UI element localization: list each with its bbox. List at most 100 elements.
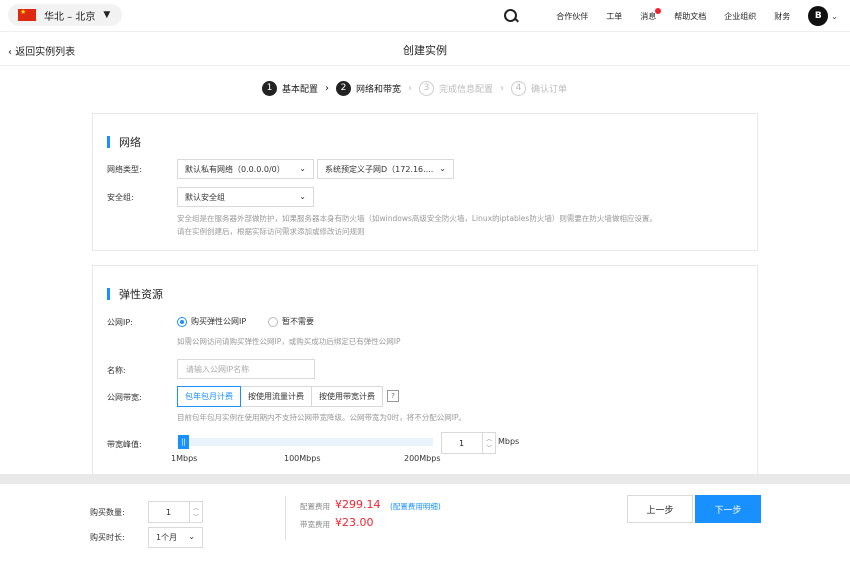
radio-label: 购买弹性公网IP	[191, 317, 247, 326]
security-group-value: 默认安全组	[185, 192, 225, 202]
duration-label: 购买时长:	[90, 533, 125, 542]
bandwidth-fee-value: ¥23.00	[335, 516, 374, 529]
chevron-up-icon[interactable]: ︿	[193, 503, 199, 512]
stepper-value: 1	[165, 507, 172, 517]
chevron-down-icon: ▼	[103, 10, 111, 20]
region-label: 华北 – 北京	[44, 11, 96, 23]
public-ip-help: 如需公网访问请购买弹性公网IP，或购买成功后绑定已有弹性公网IP	[177, 337, 401, 346]
china-flag-icon	[18, 8, 36, 21]
bandwidth-help: 目前包年包月实例在使用期内不支持公网带宽降级。公网带宽为0时，将不分配公网IP。	[177, 413, 467, 422]
unread-dot	[655, 7, 662, 14]
slider-tick-label: 100Mbps	[284, 454, 321, 463]
prev-step-button[interactable]: 上一步	[627, 495, 693, 523]
help-icon[interactable]: ?	[387, 390, 399, 402]
chevron-up-icon[interactable]: ︿	[486, 434, 492, 443]
radio-no-eip[interactable]: 暂不需要	[268, 316, 314, 327]
security-group-select[interactable]: 默认安全组 ⌄	[177, 187, 314, 207]
region-selector[interactable]: 华北 – 北京 ▼	[8, 4, 122, 26]
footer-separator	[0, 474, 850, 484]
top-bar: 华北 – 北京 ▼ 合作伙伴 工单 消息 帮助文档 企业组织 财务 B ⌄	[0, 0, 850, 32]
step-number: 3	[419, 80, 435, 96]
radio-circle	[177, 316, 187, 327]
public-ip-label: 公网IP:	[107, 318, 133, 327]
footer-divider	[285, 496, 286, 540]
step-basic: 1 基本配置	[262, 80, 319, 96]
step-number: 1	[262, 80, 277, 96]
stepper-arrows[interactable]: ︿ ﹀	[189, 502, 202, 522]
quantity-stepper[interactable]: 1 ︿ ﹀	[148, 501, 203, 523]
peak-bandwidth-label: 带宽峰值:	[107, 440, 142, 449]
chevron-down-icon[interactable]: ﹀	[193, 512, 199, 521]
order-footer: 购买数量: 1 ︿ ﹀ 购买时长: 1个月 ⌄ 配置费用 ¥299.14 (配置…	[0, 484, 850, 563]
nav-help-docs[interactable]: 帮助文档	[674, 11, 706, 22]
config-fee-label: 配置费用	[300, 502, 330, 511]
help-line: 请在实例创建后，根据实际访问需求添加或修改访问规则	[177, 227, 365, 236]
radio-buy-eip[interactable]: 购买弹性公网IP	[177, 316, 246, 327]
bandwidth-unit: Mbps	[498, 437, 520, 446]
nav-organization[interactable]: 企业组织	[724, 11, 756, 22]
chevron-down-icon[interactable]: ﹀	[486, 443, 492, 452]
name-label: 名称:	[107, 366, 126, 375]
tab-by-bandwidth[interactable]: 按使用带宽计费	[311, 386, 383, 407]
step-info: 3 完成信息配置	[419, 80, 494, 96]
elastic-resources-panel: 弹性资源 公网IP: 购买弹性公网IP 暂不需要 如需公网访问请购买弹性公网IP…	[92, 265, 758, 480]
slider-handle[interactable]: ||	[178, 435, 189, 449]
section-marker	[107, 288, 110, 300]
security-group-label: 安全组:	[107, 193, 134, 202]
search-icon[interactable]	[504, 9, 518, 23]
step-indicator: 1 基本配置 › 2 网络和带宽 › 3 完成信息配置 › 4 确认订单	[262, 80, 567, 96]
slider-tick-label: 200Mbps	[404, 454, 441, 463]
nav-tickets[interactable]: 工单	[606, 11, 622, 22]
nav-partners[interactable]: 合作伙伴	[556, 11, 588, 22]
nav-finance[interactable]: 财务	[774, 11, 790, 22]
step-network: 2 网络和带宽	[336, 80, 402, 96]
eip-name-input[interactable]	[177, 359, 315, 379]
stepper-arrows[interactable]: ︿ ﹀	[482, 433, 495, 453]
section-title: 弹性资源	[107, 286, 163, 302]
avatar[interactable]: B	[808, 6, 829, 26]
tab-by-traffic[interactable]: 按使用流量计费	[240, 386, 312, 407]
bandwidth-fee-label: 带宽费用	[300, 520, 330, 529]
step-label: 网络和带宽	[356, 84, 402, 95]
duration-select[interactable]: 1个月 ⌄	[148, 527, 203, 548]
section-title-text: 弹性资源	[119, 288, 163, 301]
page-header: ‹ 返回实例列表 创建实例	[0, 32, 850, 66]
stepper-value: 1	[458, 438, 465, 448]
chevron-down-icon: ⌄	[188, 532, 195, 541]
chevron-down-icon: ⌄	[299, 192, 306, 201]
quantity-label: 购买数量:	[90, 508, 125, 517]
radio-label: 暂不需要	[282, 317, 314, 326]
nav-messages[interactable]: 消息	[640, 7, 662, 22]
billing-mode-tabs: 包年包月计费 按使用流量计费 按使用带宽计费	[177, 386, 383, 407]
chevron-down-icon[interactable]: ⌄	[831, 12, 838, 21]
top-nav: 合作伙伴 工单 消息 帮助文档 企业组织 财务 B ⌄	[504, 0, 838, 32]
step-label: 完成信息配置	[439, 84, 494, 95]
vpc-value: 默认私有网络（0.0.0.0/0）	[185, 164, 285, 174]
network-type-label: 网络类型:	[107, 165, 142, 174]
step-number: 4	[511, 80, 527, 96]
step-label: 确认订单	[531, 84, 568, 95]
network-panel: 网络 网络类型: 默认私有网络（0.0.0.0/0） ⌄ 系统预定义子网D（17…	[92, 113, 758, 251]
chevron-down-icon: ⌄	[299, 164, 306, 173]
config-fee-detail-link[interactable]: (配置费用明细)	[390, 501, 441, 512]
chevron-right-icon: ›	[500, 82, 505, 94]
bandwidth-label: 公网带宽:	[107, 393, 142, 402]
step-label: 基本配置	[282, 84, 319, 95]
step-number: 2	[336, 80, 352, 96]
vpc-select[interactable]: 默认私有网络（0.0.0.0/0） ⌄	[177, 159, 314, 179]
radio-circle	[268, 316, 278, 327]
bandwidth-slider[interactable]	[177, 438, 433, 446]
chevron-right-icon: ›	[408, 82, 413, 94]
subnet-select[interactable]: 系统预定义子网D（172.16.... ⌄	[317, 159, 454, 179]
next-step-button[interactable]: 下一步	[695, 495, 761, 523]
subnet-value: 系统预定义子网D（172.16....	[325, 164, 434, 174]
help-line: 安全组是在服务器外部做防护，如果服务器本身有防火墙（如windows高级安全防火…	[177, 214, 657, 223]
tab-monthly[interactable]: 包年包月计费	[177, 386, 241, 407]
chevron-down-icon: ⌄	[439, 164, 446, 173]
duration-value: 1个月	[156, 533, 178, 542]
peak-bandwidth-stepper[interactable]: 1 ︿ ﹀	[441, 432, 496, 454]
config-fee-value: ¥299.14	[335, 498, 381, 511]
step-confirm: 4 确认订单	[511, 80, 568, 96]
page-title: 创建实例	[403, 44, 447, 57]
slider-tick-label: 1Mbps	[171, 454, 198, 463]
